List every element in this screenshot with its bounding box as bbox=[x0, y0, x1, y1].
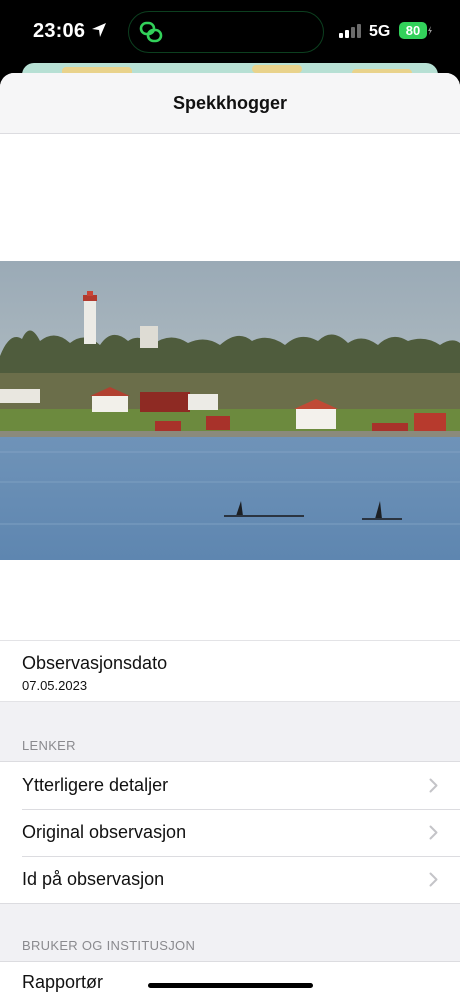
links-section-header: LENKER bbox=[22, 738, 76, 753]
dynamic-island[interactable] bbox=[128, 11, 324, 53]
navigation-bar: Spekkhogger bbox=[0, 73, 460, 134]
links-list: Ytterligere detaljer Original observasjo… bbox=[0, 761, 460, 904]
link-item-label: Id på observasjon bbox=[22, 869, 165, 889]
observation-date-label: Observasjonsdato bbox=[22, 653, 168, 673]
observation-photo[interactable] bbox=[0, 261, 460, 560]
observation-sheet: Spekkhogger Observasjonsdato 07.05.2023 … bbox=[0, 73, 460, 997]
reporter-label: Rapportør bbox=[22, 972, 104, 992]
observation-date-cell: Observasjonsdato 07.05.2023 bbox=[0, 640, 460, 702]
chevron-right-icon bbox=[429, 825, 438, 840]
link-item-observation-id[interactable]: Id på observasjon bbox=[0, 856, 460, 903]
app-activity-icon bbox=[139, 21, 163, 43]
page-title: Spekkhogger bbox=[172, 93, 288, 113]
link-item-original-observation[interactable]: Original observasjon bbox=[0, 809, 460, 856]
status-bar: 23:06 5G 80 bbox=[0, 0, 460, 64]
link-item-label: Ytterligere detaljer bbox=[22, 775, 169, 795]
chevron-right-icon bbox=[429, 872, 438, 887]
home-indicator[interactable] bbox=[148, 983, 313, 988]
status-time: 23:06 bbox=[33, 20, 86, 42]
chevron-right-icon bbox=[429, 778, 438, 793]
location-arrow-icon bbox=[92, 23, 106, 37]
observation-date-value: 07.05.2023 bbox=[22, 678, 88, 693]
user-section-header: BRUKER OG INSTITUSJON bbox=[22, 938, 196, 953]
link-item-label: Original observasjon bbox=[22, 822, 187, 842]
network-type: 5G bbox=[369, 23, 391, 40]
reporter-cell[interactable]: Rapportør bbox=[0, 961, 460, 997]
battery-level: 80 bbox=[399, 22, 427, 39]
signal-bars-icon bbox=[339, 24, 363, 38]
link-item-more-details[interactable]: Ytterligere detaljer bbox=[0, 762, 460, 809]
battery-charging-icon bbox=[428, 26, 432, 35]
